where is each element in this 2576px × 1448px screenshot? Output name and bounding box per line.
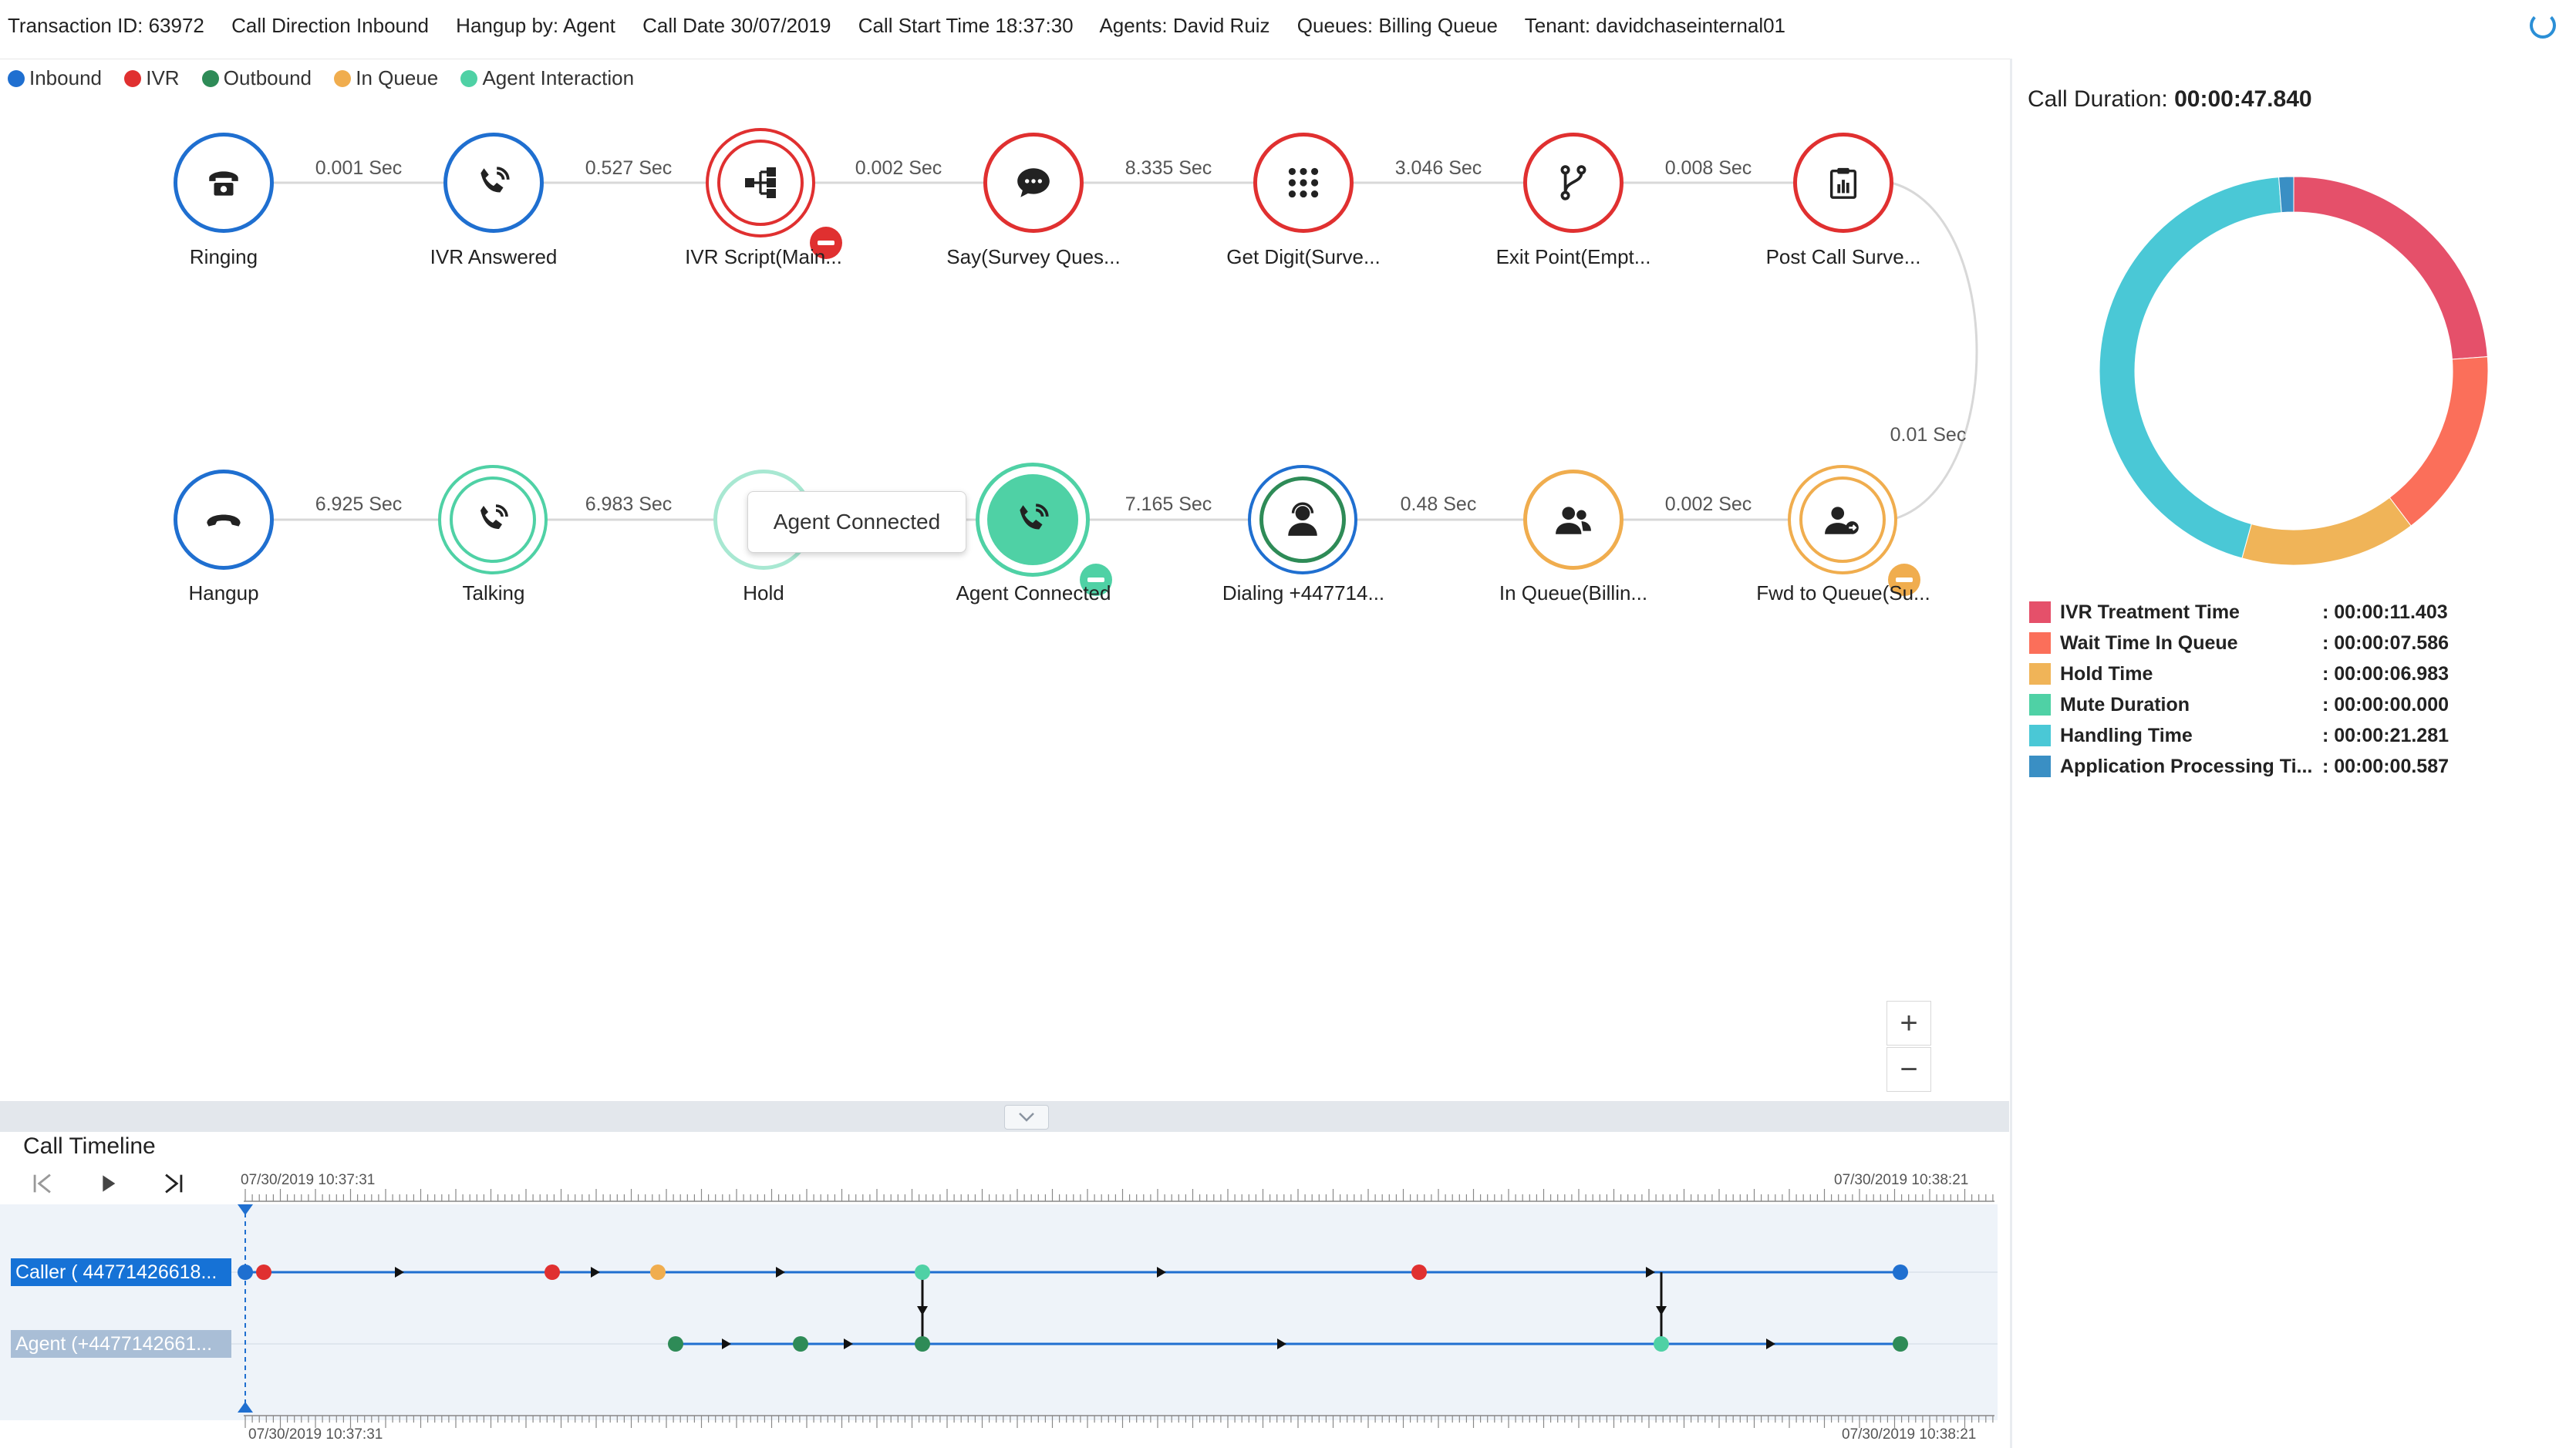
call-duration-panel: Call Duration: 00:00:47.840 IVR Treatmen… (2010, 59, 2576, 1448)
phone-call-icon (480, 167, 510, 193)
lane-label-caller[interactable]: Caller ( 44771426618... (11, 1258, 231, 1286)
edge-duration: 3.046 Sec (1394, 157, 1482, 179)
node-label: IVR Answered (430, 245, 558, 268)
flow-node-ivr-script[interactable] (706, 128, 815, 237)
edge-duration: 0.527 Sec (585, 157, 673, 179)
call-duration-label: Call Duration: (2028, 86, 2168, 112)
fork-icon (1560, 165, 1586, 200)
agents-value: David Ruiz (1172, 14, 1270, 37)
flow-node-say[interactable] (983, 133, 1084, 233)
node-label: Ringing (189, 245, 258, 268)
hangup-value: Agent (562, 14, 615, 37)
chevron-down-icon (1019, 1113, 1034, 1122)
legend-swatch (2029, 663, 2051, 685)
flow-node-exit-point[interactable] (1523, 133, 1623, 233)
flow-node-ivr-answered[interactable] (443, 133, 544, 233)
timeline-tracks (231, 1204, 1998, 1413)
node-label: Exit Point(Empt... (1495, 245, 1651, 268)
loading-spinner-icon (2530, 12, 2556, 39)
node-label: Talking (462, 581, 525, 604)
transaction-label: Transaction ID: (8, 14, 143, 37)
node-label: Post Call Surve... (1765, 245, 1921, 268)
chat-bubble-icon (1017, 168, 1050, 197)
flow-node-agent-connected[interactable] (976, 463, 1090, 577)
queues-value: Billing Queue (1378, 14, 1498, 37)
flow-node-dialing[interactable] (1248, 465, 1357, 574)
user-forward-icon (1825, 507, 1859, 534)
donut-slice-5 (2278, 176, 2294, 214)
node-label: IVR Script(Main... (685, 245, 842, 268)
start-time-label: Call Start Time (858, 14, 990, 37)
node-tooltip: Agent Connected (747, 491, 966, 553)
donut-slice-2 (2241, 497, 2412, 566)
edge-duration: 6.925 Sec (315, 493, 403, 515)
node-label: Dialing +447714... (1222, 581, 1385, 604)
edge-duration: 0.002 Sec (855, 157, 942, 179)
zoom-out-button[interactable]: − (1886, 1047, 1931, 1092)
call-details-header: Transaction ID: 63972 Call Direction Inb… (0, 0, 2576, 59)
edge-duration: 0.48 Sec (1400, 493, 1477, 515)
direction-value: Inbound (356, 14, 429, 37)
call-duration-value: 00:00:47.840 (2174, 86, 2312, 112)
donut-slice-0 (2293, 176, 2488, 360)
edge-duration: 6.983 Sec (585, 493, 673, 515)
duration-donut-chart (2099, 176, 2489, 566)
node-label: Hangup (188, 581, 259, 604)
tenant-value: davidchaseinternal01 (1596, 14, 1786, 37)
flow-node-fwd-to-queue[interactable] (1788, 465, 1897, 574)
clipboard-chart-icon (1829, 167, 1857, 199)
donut-slice-1 (2389, 356, 2489, 527)
phone-call-icon (480, 504, 508, 529)
flow-node-hangup[interactable] (174, 470, 274, 570)
edge-duration: 7.165 Sec (1124, 493, 1212, 515)
keypad-icon (1288, 167, 1319, 198)
transaction-id: 63972 (148, 14, 204, 37)
direction-label: Call Direction (231, 14, 351, 37)
hangup-label: Hangup by: (456, 14, 559, 37)
timeline-start-time-bottom: 07/30/2019 10:37:31 (248, 1426, 383, 1443)
date-label: Call Date (642, 14, 726, 37)
edge-duration: 0.001 Sec (315, 157, 403, 179)
timeline-end-time-bottom: 07/30/2019 10:38:21 (1842, 1426, 1977, 1443)
lane-label-agent[interactable]: Agent (+4477142661... (11, 1330, 231, 1358)
hangup-icon (207, 514, 241, 527)
timeline-title: Call Timeline (23, 1133, 156, 1159)
node-label: Say(Survey Ques... (946, 245, 1121, 268)
date-value: 30/07/2019 (730, 14, 831, 37)
node-label: Hold (743, 581, 784, 604)
flow-node-post-call-survey[interactable] (1793, 133, 1893, 233)
legend-swatch (2029, 694, 2051, 716)
node-label: Get Digit(Surve... (1226, 245, 1381, 268)
edge-duration: 8.335 Sec (1124, 157, 1212, 179)
call-duration-title: Call Duration: 00:00:47.840 (2028, 86, 2312, 113)
legend-swatch (2029, 601, 2051, 623)
node-label: Agent Connected (956, 581, 1111, 604)
legend-swatch (2029, 725, 2051, 746)
agents-label: Agents: (1099, 14, 1168, 37)
edge-duration: 0.008 Sec (1664, 157, 1752, 179)
flow-node-in-queue[interactable] (1523, 470, 1623, 570)
telephone-icon (209, 171, 238, 196)
agent-icon (1288, 502, 1317, 536)
node-label: In Queue(Billin... (1499, 581, 1648, 604)
flow-node-ringing[interactable] (174, 133, 274, 233)
legend-swatch (2029, 632, 2051, 654)
donut-slice-4 (2099, 177, 2282, 559)
flow-node-talking[interactable] (438, 465, 548, 574)
node-label: Fwd to Queue(Su... (1756, 581, 1930, 604)
edge-duration: 0.002 Sec (1664, 493, 1752, 515)
start-time-value: 18:37:30 (995, 14, 1074, 37)
flow-node-get-digit[interactable] (1253, 133, 1354, 233)
tenant-label: Tenant: (1524, 14, 1591, 37)
users-icon (1556, 507, 1591, 534)
queues-label: Queues: (1296, 14, 1374, 37)
call-info-line: Transaction ID: 63972 Call Direction Inb… (8, 14, 1807, 38)
timeline-lanes: Caller ( 44771426618... Agent (+44771426… (0, 1204, 1998, 1420)
phone-call-icon (1020, 503, 1049, 530)
edge-duration: 0.01 Sec (1890, 424, 1967, 446)
hierarchy-icon (745, 167, 776, 198)
legend-swatch (2029, 756, 2051, 777)
collapse-timeline-button[interactable] (1004, 1105, 1049, 1130)
zoom-in-button[interactable]: + (1886, 1001, 1931, 1046)
